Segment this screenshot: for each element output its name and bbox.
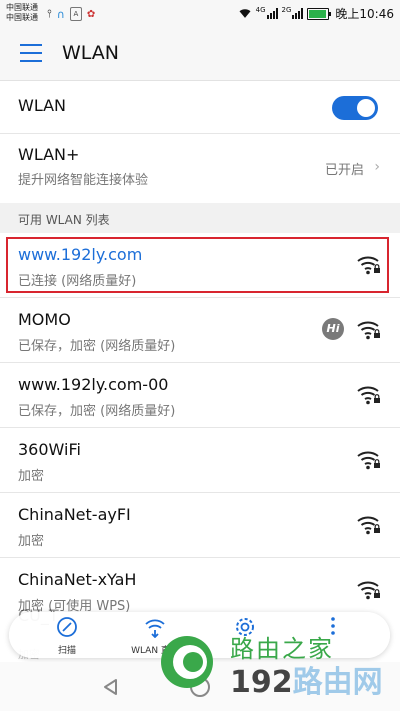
switch-knob	[357, 99, 375, 117]
network-ssid: ChinaNet-ayFI	[18, 505, 131, 524]
app-notification-icon: A	[69, 7, 82, 21]
more-vert-icon	[331, 617, 335, 635]
status-bar: 中国联通 中国联通 ⫯ ∩ A ✿ 4G 2G 晚上10:46	[0, 0, 400, 28]
carrier-1: 中国联通	[6, 3, 38, 12]
wlan-direct-icon	[145, 619, 165, 638]
wlan-plus-row[interactable]: WLAN+ 提升网络智能连接体验 已开启 ›	[0, 134, 400, 202]
wlan-direct-label: WLAN 直连	[131, 646, 179, 656]
section-header-label: 可用 WLAN 列表	[18, 213, 110, 227]
wifi-status-icon	[239, 9, 251, 18]
network-item[interactable]: 360WiFi 加密	[0, 428, 400, 492]
network-item[interactable]: www.192ly.com 已连接 (网络质量好)	[0, 233, 400, 297]
app-bar: WLAN	[0, 28, 400, 81]
wlan-plus-value: 已开启	[324, 163, 364, 178]
wifi-lock-icon	[357, 451, 380, 470]
home-icon[interactable]	[190, 677, 210, 697]
network-status: 加密	[18, 534, 45, 549]
available-networks-header: 可用 WLAN 列表	[0, 203, 400, 233]
network-status: 已保存，加密 (网络质量好)	[18, 404, 176, 419]
status-indicators: 4G 2G 晚上10:46	[238, 5, 394, 22]
wifi-lock-icon	[357, 386, 380, 405]
wifi-lock-icon	[357, 581, 380, 600]
signal-type-2: 2G	[281, 5, 292, 14]
wlan-direct-button[interactable]: WLAN 直连	[115, 614, 195, 658]
network-ssid: 360WiFi	[18, 440, 81, 459]
network-status: 已连接 (网络质量好)	[18, 274, 137, 289]
wifi-lock-icon	[357, 321, 380, 340]
wifi-lock-icon	[357, 516, 380, 535]
network-ssid: ChinaNet-xYaH	[18, 570, 137, 589]
wlan-plus-title: WLAN+	[18, 145, 80, 164]
signal-bars-1-icon	[266, 8, 278, 19]
network-status: 加密	[18, 469, 45, 484]
signal-type-1: 4G	[255, 5, 266, 14]
bottom-toolbar: 扫描 WLAN 直连	[9, 612, 390, 658]
wlan-toggle-label: WLAN	[18, 96, 67, 115]
network-item[interactable]: MOMO 已保存，加密 (网络质量好) Hi	[0, 298, 400, 362]
wlan-switch[interactable]	[332, 96, 378, 120]
back-icon[interactable]	[102, 678, 120, 696]
paw-icon: ✿	[86, 8, 96, 20]
wlan-plus-subtitle: 提升网络智能连接体验	[18, 173, 149, 188]
more-button[interactable]	[293, 614, 373, 658]
usb-icon: ⫯	[47, 7, 52, 20]
gear-icon	[236, 618, 254, 636]
hi-badge-icon: Hi	[322, 318, 344, 340]
network-status: 已保存，加密 (网络质量好)	[18, 339, 176, 354]
network-item[interactable]: ChinaNet-ayFI 加密	[0, 493, 400, 557]
chevron-right-icon: ›	[374, 159, 380, 175]
headset-icon: ∩	[56, 7, 65, 21]
scan-label: 扫描	[57, 646, 76, 656]
scan-button[interactable]: 扫描	[27, 614, 107, 658]
network-ssid: MOMO	[18, 310, 71, 329]
scan-icon	[57, 617, 77, 637]
menu-icon[interactable]	[20, 44, 42, 62]
battery-icon	[307, 7, 332, 20]
signal-bars-2-icon	[292, 8, 304, 19]
system-nav-bar	[0, 662, 400, 711]
carrier-names: 中国联通 中国联通	[6, 3, 38, 23]
settings-button[interactable]	[205, 614, 285, 658]
notification-icons: ⫯ ∩ A ✿	[47, 7, 95, 21]
carrier-2: 中国联通	[6, 13, 38, 22]
page-title: WLAN	[62, 42, 120, 64]
network-ssid: www.192ly.com-00	[18, 375, 169, 394]
network-item[interactable]: www.192ly.com-00 已保存，加密 (网络质量好)	[0, 363, 400, 427]
network-ssid: www.192ly.com	[18, 245, 143, 264]
clock: 晚上10:46	[335, 7, 394, 21]
battery-fill	[309, 9, 327, 18]
wlan-toggle-row[interactable]: WLAN	[0, 81, 400, 133]
wifi-lock-icon	[357, 256, 380, 275]
